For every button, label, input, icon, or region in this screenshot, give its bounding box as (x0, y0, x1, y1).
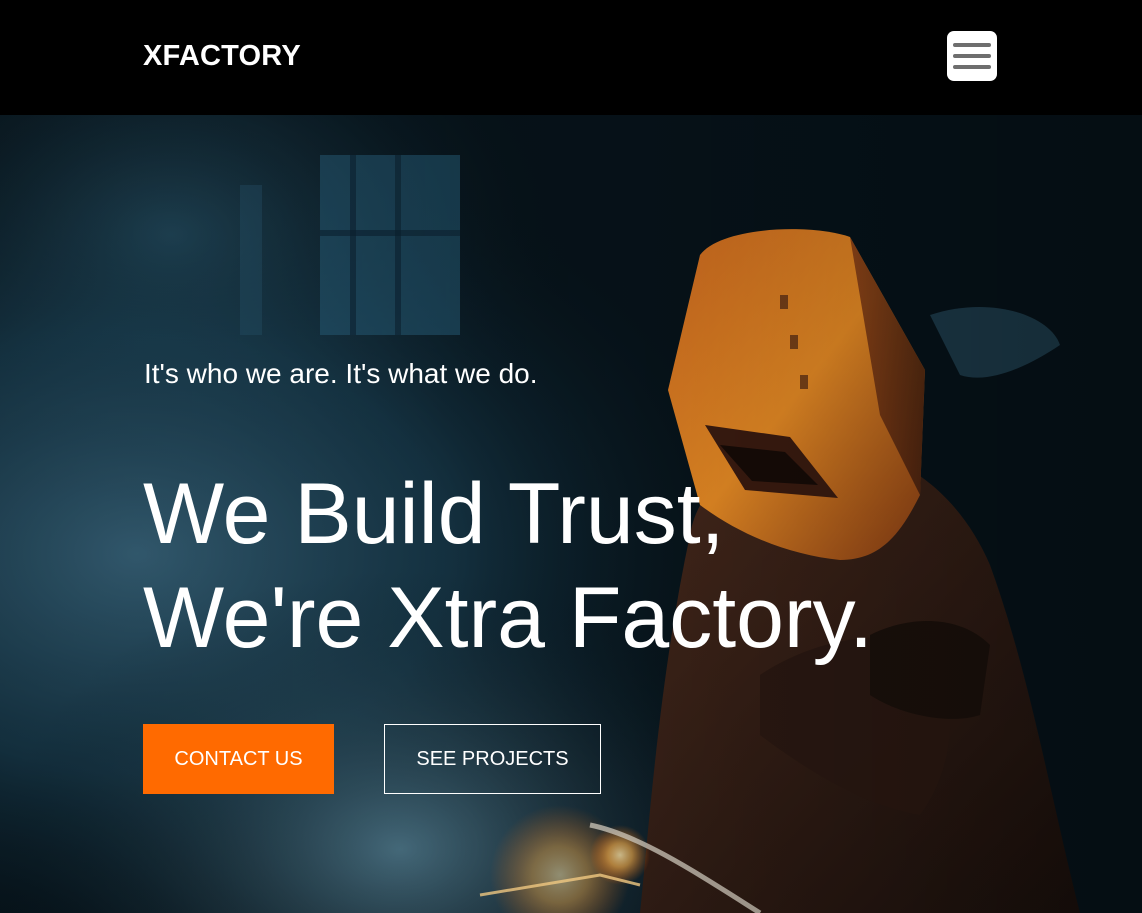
hero-headline-line-1: We Build Trust, (143, 466, 725, 562)
hamburger-menu-icon (953, 43, 991, 47)
hamburger-menu-icon-bar (953, 65, 991, 69)
see-projects-button[interactable]: SEE PROJECTS (384, 724, 601, 794)
contact-us-button[interactable]: CONTACT US (143, 724, 334, 794)
hero-tagline: It's who we are. It's what we do. (144, 358, 538, 389)
navbar: XFACTORY (0, 0, 1142, 115)
hero-headline: We Build Trust, We're Xtra Factory. (143, 462, 873, 670)
brand-logo[interactable]: XFACTORY (143, 38, 301, 74)
hero-section: It's who we are. It's what we do. We Bui… (0, 115, 1142, 913)
hamburger-menu-icon-bar (953, 54, 991, 58)
hamburger-menu-button[interactable] (947, 31, 997, 81)
hero-headline-line-2: We're Xtra Factory. (143, 570, 874, 666)
